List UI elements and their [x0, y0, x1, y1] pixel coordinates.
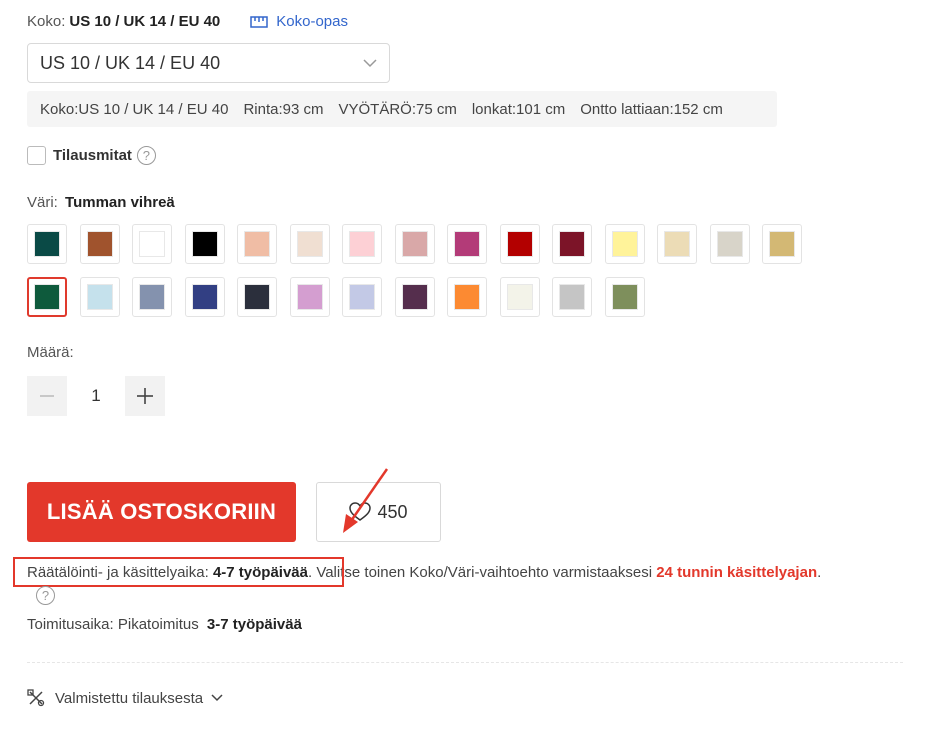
tailoring-note: . Valitse toinen Koko/Väri-vaihtoehto va… — [307, 564, 653, 581]
color-swatch-fill — [454, 231, 480, 257]
color-swatch[interactable] — [395, 224, 435, 264]
color-swatch-fill — [717, 231, 743, 257]
color-swatch-fill — [402, 284, 428, 310]
shipping-time-row: Toimitusaika: Pikatoimitus 3-7 työpäivää — [27, 616, 302, 633]
measure-size: Koko:US 10 / UK 14 / EU 40 — [40, 100, 229, 118]
help-icon[interactable]: ? — [36, 586, 55, 605]
size-row: Koko: US 10 / UK 14 / EU 40 Koko-opas — [27, 13, 348, 30]
color-swatch[interactable] — [500, 277, 540, 317]
size-label: Koko: — [27, 13, 66, 30]
color-swatch-fill — [139, 231, 165, 257]
color-swatch[interactable] — [237, 277, 277, 317]
add-to-cart-button[interactable]: LISÄÄ OSTOSKORIIN — [27, 482, 296, 542]
quantity-increase-button[interactable] — [125, 376, 165, 416]
wishlist-count: 450 — [377, 501, 408, 522]
color-swatch-fill — [87, 231, 113, 257]
ruler-icon — [250, 15, 269, 28]
color-swatch-fill — [402, 231, 428, 257]
minus-icon — [40, 395, 54, 397]
color-swatch-fill — [34, 231, 60, 257]
color-swatch[interactable] — [762, 224, 802, 264]
chevron-down-icon — [211, 694, 223, 702]
custom-measurements-checkbox[interactable] — [27, 146, 46, 165]
shipping-value: 3-7 työpäivää — [206, 616, 302, 633]
tailoring-suffix: . — [817, 564, 822, 581]
size-select-value: US 10 / UK 14 / EU 40 — [40, 52, 221, 73]
measure-bust: Rinta:93 cm — [243, 100, 324, 118]
color-swatch[interactable] — [447, 277, 487, 317]
color-swatch[interactable] — [80, 224, 120, 264]
wishlist-button[interactable]: 450 — [316, 482, 441, 542]
color-swatch[interactable] — [710, 224, 750, 264]
color-swatch-fill — [297, 231, 323, 257]
color-swatch-fill — [139, 284, 165, 310]
color-swatch[interactable] — [27, 277, 67, 317]
color-swatch-fill — [612, 284, 638, 310]
size-value: US 10 / UK 14 / EU 40 — [69, 13, 221, 30]
color-swatch-fill — [34, 284, 60, 310]
color-swatch-fill — [664, 231, 690, 257]
color-swatch[interactable] — [605, 277, 645, 317]
chevron-down-icon — [363, 58, 377, 67]
heart-icon — [349, 502, 372, 521]
color-swatch-fill — [192, 284, 218, 310]
measure-hips: lonkat:101 cm — [471, 100, 566, 118]
color-swatch-fill — [244, 284, 270, 310]
plus-icon — [137, 388, 153, 404]
tailoring-tools-icon — [27, 689, 45, 707]
annotation-highlight-box — [13, 557, 344, 587]
color-swatch-fill — [192, 231, 218, 257]
color-swatch[interactable] — [447, 224, 487, 264]
color-swatch-fill — [297, 284, 323, 310]
color-swatch[interactable] — [132, 277, 172, 317]
color-swatch-fill — [507, 284, 533, 310]
color-label-row: Väri: Tumman vihreä — [27, 194, 175, 211]
color-swatch[interactable] — [237, 224, 277, 264]
color-swatch[interactable] — [342, 224, 382, 264]
quantity-label: Määrä: — [27, 344, 74, 361]
color-value: Tumman vihreä — [65, 194, 175, 211]
color-swatch-fill — [349, 231, 375, 257]
color-swatch-fill — [454, 284, 480, 310]
color-swatch[interactable] — [342, 277, 382, 317]
color-swatch[interactable] — [290, 224, 330, 264]
color-swatch-fill — [612, 231, 638, 257]
measure-hollow-to-floor: Ontto lattiaan:152 cm — [580, 100, 723, 118]
made-to-order-label: Valmistettu tilauksesta — [55, 689, 204, 707]
color-swatch-fill — [559, 284, 585, 310]
color-swatch[interactable] — [185, 277, 225, 317]
divider — [27, 662, 903, 663]
color-swatch[interactable] — [80, 277, 120, 317]
color-swatch[interactable] — [132, 224, 172, 264]
size-select[interactable]: US 10 / UK 14 / EU 40 — [27, 43, 390, 83]
color-swatch[interactable] — [552, 224, 592, 264]
size-guide-label[interactable]: Koko-opas — [276, 13, 348, 30]
color-swatch[interactable] — [500, 224, 540, 264]
measure-waist: VYÖTÄRÖ:75 cm — [338, 100, 457, 118]
custom-measurements-label[interactable]: Tilausmitat — [53, 147, 132, 164]
color-swatch-fill — [244, 231, 270, 257]
help-icon[interactable]: ? — [136, 146, 156, 165]
color-swatch[interactable] — [290, 277, 330, 317]
shipping-label: Toimitusaika: Pikatoimitus — [27, 616, 199, 633]
color-swatch[interactable] — [605, 224, 645, 264]
made-to-order-toggle[interactable]: Valmistettu tilauksesta — [27, 689, 223, 707]
color-swatch[interactable] — [27, 224, 67, 264]
color-swatch-fill — [87, 284, 113, 310]
color-swatch[interactable] — [185, 224, 225, 264]
color-swatch-fill — [769, 231, 795, 257]
quantity-decrease-button[interactable] — [27, 376, 67, 416]
color-swatch-fill — [507, 231, 533, 257]
color-swatch[interactable] — [657, 224, 697, 264]
color-swatch[interactable] — [552, 277, 592, 317]
tailoring-24h-highlight: 24 tunnin käsittelyajan — [656, 564, 818, 581]
color-label: Väri: — [27, 194, 58, 211]
color-swatch[interactable] — [395, 277, 435, 317]
custom-measurements-row: Tilausmitat ? — [27, 146, 156, 165]
color-swatch-fill — [559, 231, 585, 257]
quantity-value[interactable]: 1 — [67, 376, 125, 416]
measurements-box: Koko:US 10 / UK 14 / EU 40 Rinta:93 cm V… — [27, 91, 777, 127]
size-guide-link[interactable]: Koko-opas — [250, 13, 348, 30]
color-swatch-fill — [349, 284, 375, 310]
